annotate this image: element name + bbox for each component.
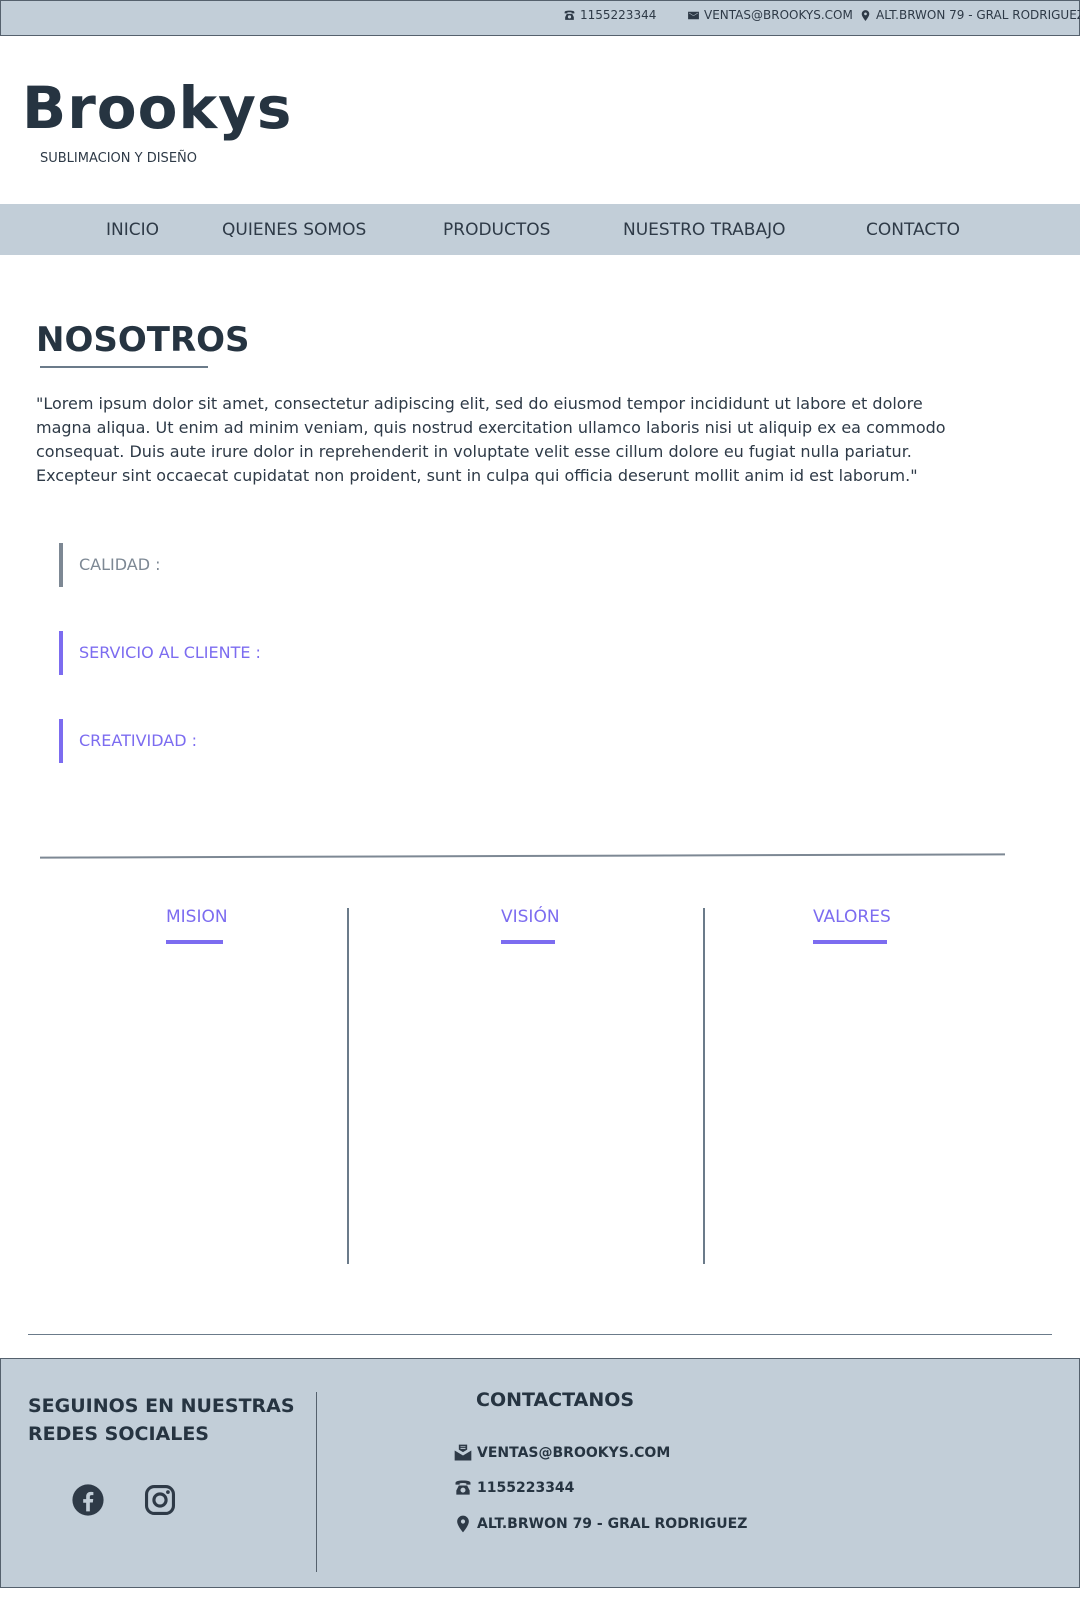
nav-item-productos[interactable]: PRODUCTOS (443, 220, 550, 240)
column-heading-mision: MISION (166, 907, 228, 927)
topbar-phone-text: 1155223344 (580, 8, 657, 22)
phone-icon (455, 1480, 471, 1495)
topbar-email-text: VENTAS@BROOKYS.COM (704, 8, 853, 22)
column-underline (813, 940, 887, 944)
footer-social-title: SEGUINOS EN NUESTRAS REDES SOCIALES (28, 1395, 295, 1445)
footer-phone-text: 1155223344 (477, 1480, 575, 1496)
topbar-phone[interactable]: 1155223344 (563, 8, 656, 22)
value-item-creatividad: CREATIVIDAD : (59, 719, 197, 763)
about-paragraph: "Lorem ipsum dolor sit amet, consectetur… (36, 394, 946, 485)
instagram-icon[interactable] (143, 1483, 177, 1517)
brand-logo[interactable]: Brookys (22, 74, 292, 142)
facebook-icon[interactable] (71, 1483, 105, 1517)
nav-item-nuestro-trabajo[interactable]: NUESTRO TRABAJO (623, 220, 786, 240)
nav-item-inicio[interactable]: INICIO (106, 220, 159, 240)
footer-contact-title: CONTACTANOS (476, 1389, 635, 1411)
column-divider (347, 908, 349, 1264)
location-icon (457, 1515, 469, 1533)
column-underline (166, 940, 223, 944)
brand-tagline: SUBLIMACION Y DISEÑO (40, 151, 197, 166)
about-title: NOSOTROS (36, 320, 250, 360)
footer-divider (28, 1334, 1052, 1335)
footer-column-divider (316, 1392, 317, 1572)
section-divider (39, 853, 1006, 859)
location-icon (861, 9, 870, 21)
column-underline (501, 940, 555, 944)
about-title-underline (40, 366, 208, 368)
mail-icon (688, 11, 699, 19)
nav-item-contacto[interactable]: CONTACTO (866, 220, 960, 240)
value-label: CALIDAD : (79, 555, 161, 574)
topbar-address-text: ALT.BRWON 79 - GRAL RODRIGUEZ (876, 8, 1080, 22)
value-item-servicio: SERVICIO AL CLIENTE : (59, 631, 261, 675)
topbar-address: ALT.BRWON 79 - GRAL RODRIGUEZ (859, 8, 1080, 22)
top-contact-bar: 1155223344 VENTAS@BROOKYS.COM ALT.BRWON … (0, 0, 1080, 36)
column-heading-valores: VALORES (813, 907, 891, 927)
nav-item-quienes-somos[interactable]: QUIENES SOMOS (222, 220, 366, 240)
mail-icon (454, 1444, 472, 1461)
footer-email[interactable]: VENTAS@BROOKYS.COM (453, 1443, 670, 1463)
footer-address-text: ALT.BRWON 79 - GRAL RODRIGUEZ (477, 1516, 748, 1532)
phone-icon (564, 10, 575, 20)
main-nav: INICIO QUIENES SOMOS PRODUCTOS NUESTRO T… (0, 204, 1080, 255)
value-label: CREATIVIDAD : (79, 731, 198, 750)
column-divider (703, 908, 705, 1264)
footer: SEGUINOS EN NUESTRAS REDES SOCIALES CONT… (0, 1358, 1080, 1588)
footer-address: ALT.BRWON 79 - GRAL RODRIGUEZ (453, 1514, 747, 1534)
footer-phone[interactable]: 1155223344 (453, 1478, 574, 1498)
column-heading-vision: VISIÓN (501, 907, 560, 927)
topbar-email[interactable]: VENTAS@BROOKYS.COM (687, 8, 853, 22)
value-label: SERVICIO AL CLIENTE : (79, 643, 261, 662)
value-item-calidad: CALIDAD : (59, 543, 161, 587)
footer-email-text: VENTAS@BROOKYS.COM (477, 1445, 671, 1461)
